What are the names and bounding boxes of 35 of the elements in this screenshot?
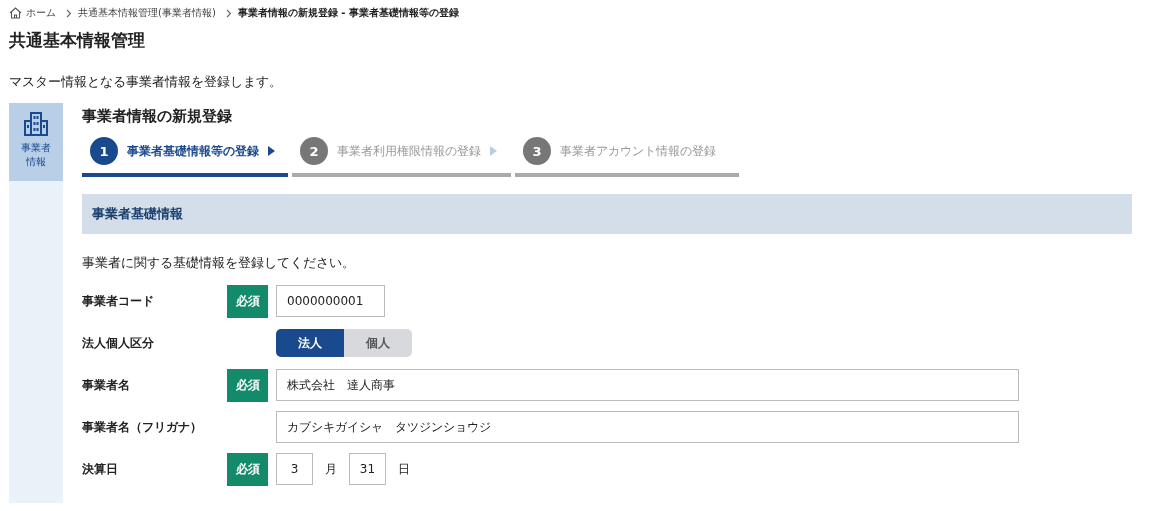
- breadcrumb-item[interactable]: ホーム: [26, 6, 56, 20]
- page-title: 共通基本情報管理: [9, 29, 146, 52]
- unit-label: 日: [398, 460, 410, 478]
- day-field[interactable]: 31: [349, 453, 386, 485]
- instruction-text: 事業者に関する基礎情報を登録してください。: [82, 254, 356, 272]
- field-label: 事業者名: [82, 376, 131, 394]
- breadcrumb-item[interactable]: 共通基本情報管理(事業者情報): [78, 6, 216, 20]
- step-tab[interactable]: 2 事業者利用権限情報の登録: [292, 137, 511, 177]
- section-title: 事業者情報の新規登録: [82, 107, 233, 127]
- month-field[interactable]: 3: [276, 453, 313, 485]
- field-label: 決算日: [82, 460, 119, 478]
- step-tab[interactable]: 1 事業者基礎情報等の登録: [82, 137, 288, 177]
- unit-label: 月: [325, 460, 337, 478]
- chevron-icon: [66, 8, 72, 18]
- required-badge: 必須: [227, 284, 268, 318]
- sidebar-item[interactable]: 事業者情報: [9, 103, 63, 181]
- panel-title: 事業者基礎情報: [92, 205, 183, 223]
- arrow-icon: [490, 146, 497, 156]
- arrow-icon: [268, 146, 275, 156]
- required-badge: 必須: [227, 368, 268, 402]
- field-label: 事業者名（フリガナ）: [82, 418, 203, 436]
- step-tab[interactable]: 3 事業者アカウント情報の登録: [515, 137, 739, 177]
- chevron-icon: [225, 8, 232, 18]
- toggle-option[interactable]: 法人: [276, 329, 344, 357]
- building-icon: [23, 111, 49, 137]
- toggle-option[interactable]: 個人: [344, 329, 412, 357]
- required-badge: 必須: [227, 452, 268, 486]
- input-field[interactable]: 株式会社 達人商事: [276, 369, 1019, 401]
- home-icon: [9, 7, 22, 19]
- field-label: 法人個人区分: [82, 334, 155, 352]
- input-field[interactable]: カブシキガイシャ タツジンショウジ: [276, 411, 1019, 443]
- page-description: マスター情報となる事業者情報を登録します。: [9, 73, 283, 91]
- input-field[interactable]: 0000000001: [276, 285, 385, 317]
- breadcrumb-item: 事業者情報の新規登録 - 事業者基礎情報等の登録: [237, 6, 459, 20]
- field-label: 事業者コード: [82, 292, 155, 310]
